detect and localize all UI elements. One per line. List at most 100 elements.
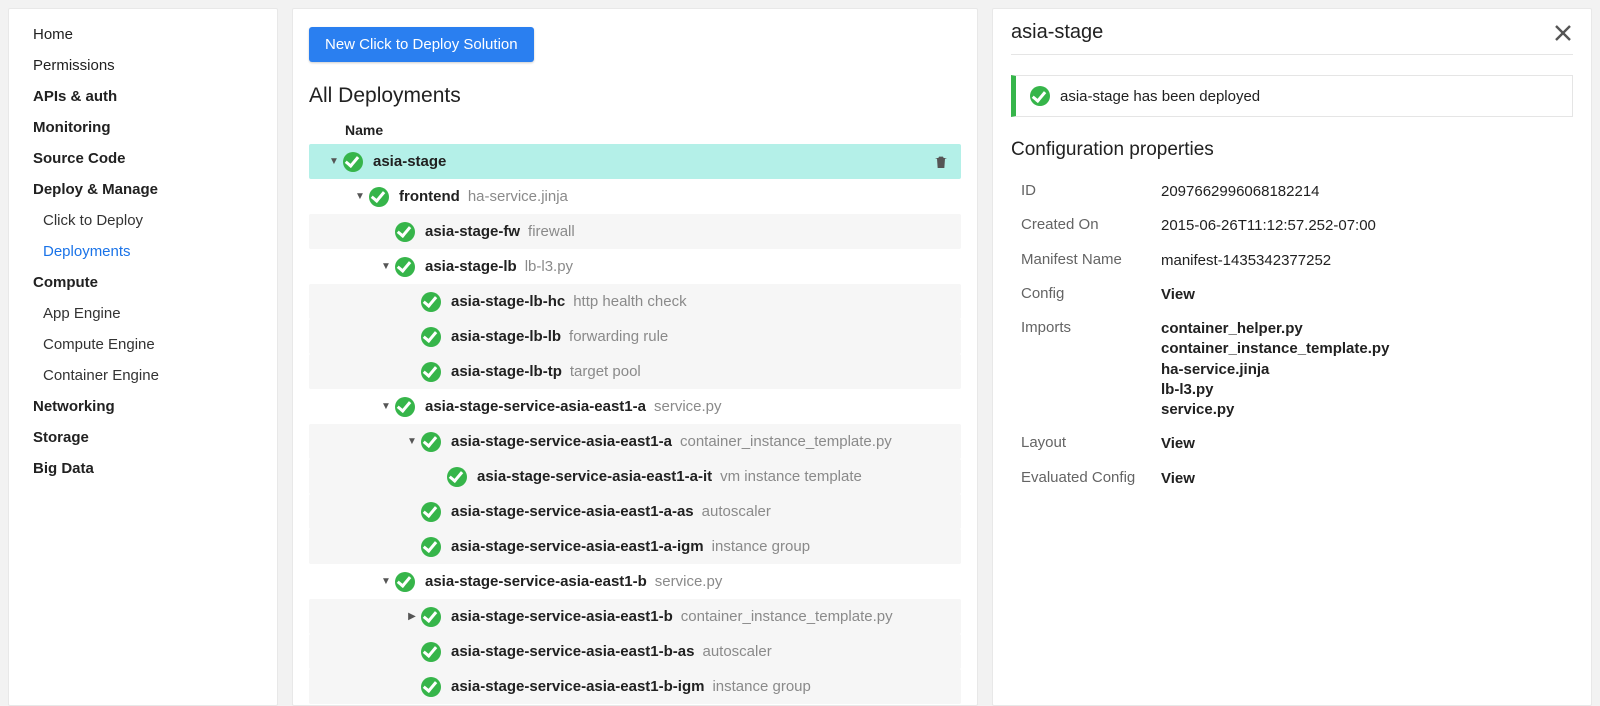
deploy-success-notice: asia-stage has been deployed [1011, 75, 1573, 117]
tree-row[interactable]: ▼asia-stage-service-asia-east1-acontaine… [309, 424, 961, 459]
tree-row[interactable]: ▼asia-stage [309, 144, 961, 179]
tree-node-type: ha-service.jinja [468, 188, 568, 205]
property-row: ConfigView [1011, 278, 1573, 312]
tree-row[interactable]: asia-stage-lb-lbforwarding rule [309, 319, 961, 354]
check-circle-icon [395, 572, 415, 592]
tree-node-type: autoscaler [702, 643, 771, 660]
property-key: Config [1011, 285, 1161, 305]
property-value: 2097662996068182214 [1161, 182, 1320, 202]
tree-row[interactable]: asia-stage-service-asia-east1-b-igminsta… [309, 669, 961, 704]
tree-row[interactable]: ▼asia-stage-service-asia-east1-bservice.… [309, 564, 961, 599]
chevron-right-icon[interactable]: ▶ [403, 611, 421, 622]
sidebar-item-label: Storage [33, 429, 89, 446]
tree-row[interactable]: asia-stage-service-asia-east1-a-igm insta… [309, 529, 961, 564]
sidebar-item-permissions[interactable]: Permissions [9, 50, 277, 81]
tree-node-type: container_instance_template.py [681, 608, 893, 625]
check-circle-icon [421, 362, 441, 382]
property-value[interactable]: View [1161, 285, 1195, 305]
name-column-header: Name [309, 122, 961, 138]
tree-node-type: container_instance_template.py [680, 433, 892, 450]
check-circle-icon [421, 327, 441, 347]
sidebar-item-apis-auth[interactable]: APIs & auth [9, 81, 277, 112]
chevron-down-icon[interactable]: ▼ [403, 436, 421, 447]
property-value[interactable]: View [1161, 434, 1195, 454]
sidebar-item-label: Permissions [33, 57, 115, 74]
tree-node-name: asia-stage-service-asia-east1-b-as [451, 643, 694, 660]
main-panel: New Click to Deploy Solution All Deploym… [292, 8, 978, 706]
sidebar-item-label: Networking [33, 398, 115, 415]
check-circle-icon [395, 397, 415, 417]
tree-node-type: autoscaler [702, 503, 771, 520]
sidebar-item-home[interactable]: Home [9, 19, 277, 50]
sidebar-item-label: Container Engine [43, 367, 159, 384]
check-circle-icon [421, 502, 441, 522]
tree-row[interactable]: asia-stage-service-asia-east1-a-itvm ins… [309, 459, 961, 494]
chevron-down-icon[interactable]: ▼ [377, 576, 395, 587]
check-circle-icon [395, 222, 415, 242]
sidebar-item-source-code[interactable]: Source Code [9, 143, 277, 174]
property-row: LayoutView [1011, 427, 1573, 461]
tree-node-name: asia-stage-fw [425, 223, 520, 240]
chevron-down-icon[interactable]: ▼ [377, 261, 395, 272]
chevron-down-icon[interactable]: ▼ [325, 156, 343, 167]
property-value: container_helper.pycontainer_instance_te… [1161, 319, 1389, 420]
tree-node-name: asia-stage-lb-tp [451, 363, 562, 380]
sidebar-item-label: Monitoring [33, 119, 110, 136]
check-circle-icon [343, 152, 363, 172]
sidebar-item-networking[interactable]: Networking [9, 391, 277, 422]
check-circle-icon [421, 677, 441, 697]
chevron-down-icon[interactable]: ▼ [377, 401, 395, 412]
tree-node-type: instance group [712, 678, 810, 695]
tree-row[interactable]: ▶asia-stage-service-asia-east1-bcontaine… [309, 599, 961, 634]
property-key: Imports [1011, 319, 1161, 420]
main-heading: All Deployments [309, 84, 961, 108]
sidebar-item-monitoring[interactable]: Monitoring [9, 112, 277, 143]
tree-row[interactable]: asia-stage-fw firewall [309, 214, 961, 249]
tree-row[interactable]: ▼asia-stage-lblb-l3.py [309, 249, 961, 284]
sidebar-item-deployments[interactable]: Deployments [9, 236, 277, 267]
sidebar-item-click-to-deploy[interactable]: Click to Deploy [9, 205, 277, 236]
trash-icon[interactable] [933, 154, 949, 170]
tree-row[interactable]: asia-stage-lb-hchttp health check [309, 284, 961, 319]
property-key: Manifest Name [1011, 251, 1161, 271]
tree-node-name: asia-stage-service-asia-east1-a-it [477, 468, 712, 485]
close-icon[interactable] [1553, 23, 1573, 43]
sidebar-item-compute[interactable]: Compute [9, 267, 277, 298]
tree-node-name: asia-stage-service-asia-east1-a-igm [451, 538, 704, 555]
tree-row[interactable]: asia-stage-service-asia-east1-a-asautosc… [309, 494, 961, 529]
tree-node-name: asia-stage-lb-hc [451, 293, 565, 310]
check-circle-icon [1030, 86, 1050, 106]
chevron-down-icon[interactable]: ▼ [351, 191, 369, 202]
sidebar-item-storage[interactable]: Storage [9, 422, 277, 453]
tree-node-type: target pool [570, 363, 641, 380]
sidebar-item-app-engine[interactable]: App Engine [9, 298, 277, 329]
detail-title: asia-stage [1011, 21, 1553, 44]
property-value[interactable]: View [1161, 469, 1195, 489]
sidebar-item-label: Compute Engine [43, 336, 155, 353]
tree-node-type: service.py [654, 398, 722, 415]
check-circle-icon [421, 292, 441, 312]
tree-row[interactable]: ▼ frontend ha-service.jinja [309, 179, 961, 214]
check-circle-icon [447, 467, 467, 487]
tree-node-type: instance group [712, 538, 810, 555]
property-row: ID2097662996068182214 [1011, 175, 1573, 209]
config-props-heading: Configuration properties [1011, 139, 1573, 161]
check-circle-icon [421, 607, 441, 627]
check-circle-icon [421, 537, 441, 557]
sidebar-item-compute-engine[interactable]: Compute Engine [9, 329, 277, 360]
check-circle-icon [395, 257, 415, 277]
property-row: Evaluated ConfigView [1011, 462, 1573, 496]
tree-node-name: frontend [399, 188, 460, 205]
property-key: Created On [1011, 216, 1161, 236]
detail-panel: asia-stage asia-stage has been deployed … [992, 8, 1592, 706]
tree-row[interactable]: ▼asia-stage-service-asia-east1-aservice.… [309, 389, 961, 424]
sidebar-item-label: Click to Deploy [43, 212, 143, 229]
sidebar-item-container-engine[interactable]: Container Engine [9, 360, 277, 391]
tree-row[interactable]: asia-stage-service-asia-east1-b-as autosc… [309, 634, 961, 669]
tree-node-name: asia-stage-lb [425, 258, 517, 275]
tree-node-type: firewall [528, 223, 575, 240]
sidebar-item-big-data[interactable]: Big Data [9, 453, 277, 484]
tree-row[interactable]: asia-stage-lb-tp target pool [309, 354, 961, 389]
new-deploy-button[interactable]: New Click to Deploy Solution [309, 27, 534, 62]
sidebar-item-deploy-manage[interactable]: Deploy & Manage [9, 174, 277, 205]
